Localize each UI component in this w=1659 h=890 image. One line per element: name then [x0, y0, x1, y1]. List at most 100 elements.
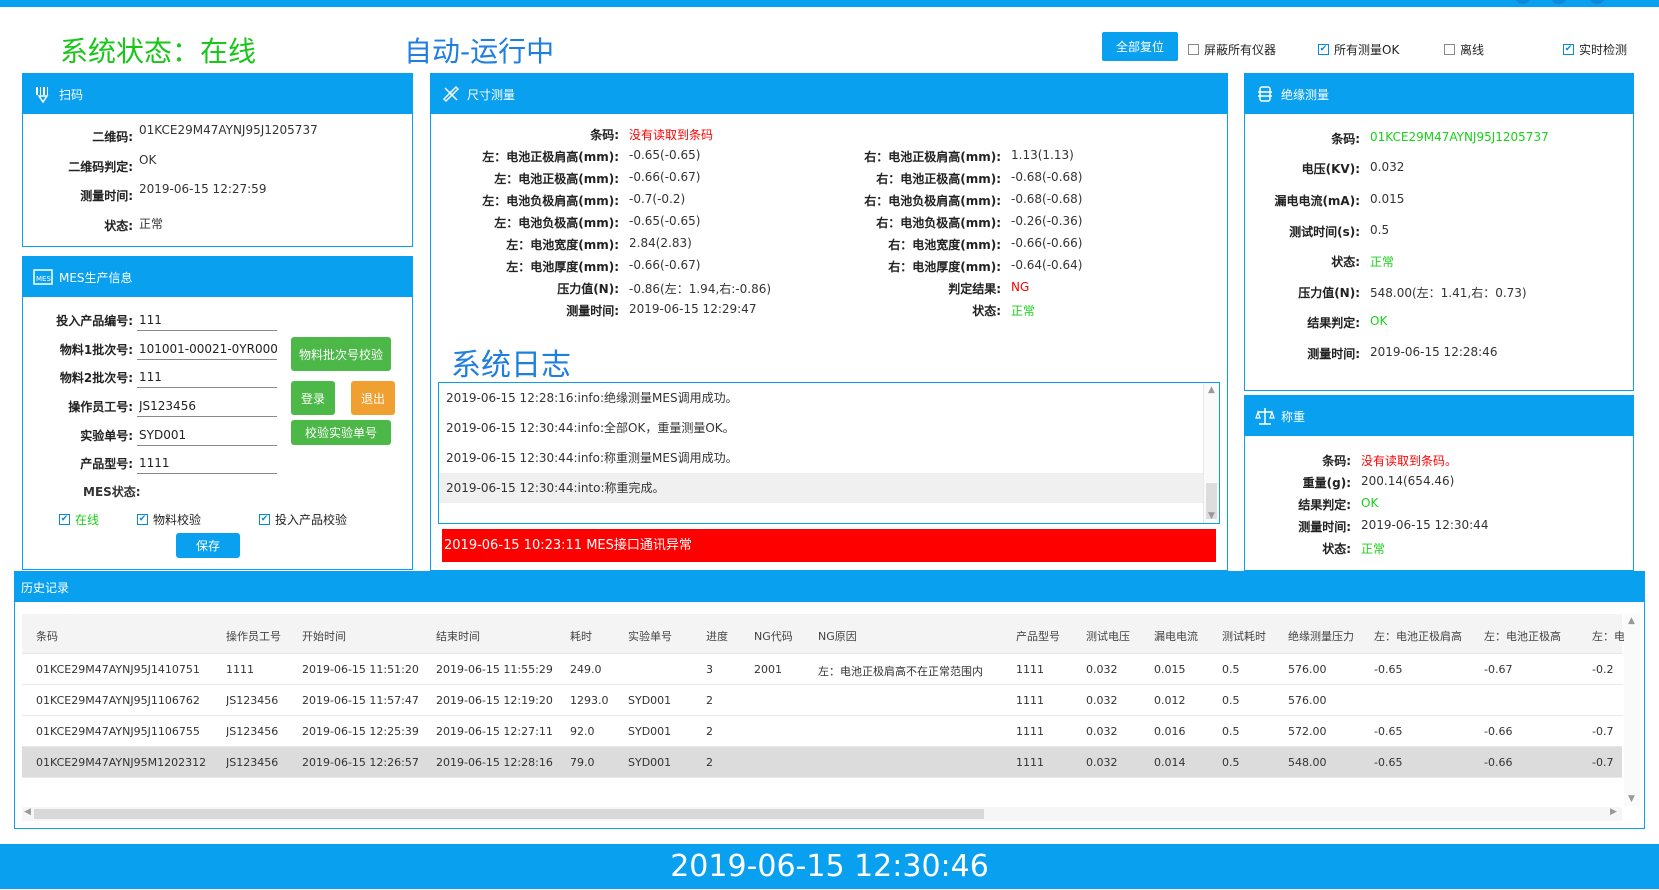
column-header[interactable]: 左：电池正极肩高: [1374, 628, 1462, 644]
measure-value: -0.65(-0.65): [629, 214, 701, 228]
scroll-up-icon[interactable]: ▲: [1628, 616, 1635, 626]
checkbox-checked-icon[interactable]: ✔: [137, 514, 148, 525]
measure-row: 漏电电流(mA): 0.015: [1245, 192, 1404, 209]
table-row[interactable]: 01KCE29M47AYNJ95J1106755 JS123456 2019-06-…: [22, 716, 1622, 747]
experiment-no-row: 实验单号:: [15, 424, 277, 446]
measure-label: 压力值(N):: [557, 282, 619, 296]
checkbox-icon[interactable]: [1444, 44, 1455, 55]
all-ok-checkbox[interactable]: ✔ 所有测量OK: [1318, 41, 1399, 58]
column-header[interactable]: 耗时: [570, 628, 592, 644]
history-hscrollbar[interactable]: ◀ ▶: [22, 807, 1622, 821]
scroll-up-icon[interactable]: ▲: [1208, 385, 1215, 395]
scroll-down-icon[interactable]: ▼: [1208, 511, 1215, 521]
mes-status-row: MES状态:: [83, 483, 141, 500]
measure-label: 条码:: [1322, 454, 1351, 468]
checkbox-checked-icon[interactable]: ✔: [1563, 44, 1574, 55]
online-checkbox[interactable]: ✔ 在线: [59, 511, 99, 528]
table-cell: 2019-06-15 12:27:11: [436, 725, 553, 738]
table-cell: -0.2: [1592, 663, 1614, 676]
material-check-checkbox[interactable]: ✔ 物料校验: [137, 511, 201, 528]
column-header[interactable]: 产品型号: [1016, 628, 1060, 644]
product-no-input[interactable]: [137, 309, 277, 331]
measure-value: 2019-06-15 12:28:46: [1370, 345, 1498, 359]
table-cell: 3: [706, 663, 713, 676]
table-cell: 2019-06-15 12:26:57: [302, 756, 419, 769]
measure-row: 条码: 01KCE29M47AYNJ95J1205737: [1245, 130, 1549, 147]
measure-label: 左：电池正极高(mm):: [494, 172, 619, 186]
ruler-pencil-icon: [442, 85, 460, 103]
measure-row: 测试时间(s): 0.5: [1245, 223, 1389, 240]
product-model-input[interactable]: [137, 452, 277, 474]
mask-instruments-checkbox[interactable]: 屏蔽所有仪器: [1188, 41, 1276, 58]
column-header[interactable]: 左：电: [1592, 628, 1625, 644]
measure-value: -0.68(-0.68): [1011, 170, 1083, 184]
column-header[interactable]: 实验单号: [628, 628, 672, 644]
table-cell: 0.032: [1086, 725, 1118, 738]
operator-id-input[interactable]: [137, 395, 277, 417]
scan-status-row: 状态: 正常: [104, 217, 164, 233]
product-model-row: 产品型号:: [15, 452, 277, 474]
table-cell: SYD001: [628, 694, 672, 707]
material2-batch-input[interactable]: [137, 366, 277, 388]
checkbox-icon[interactable]: [1188, 44, 1199, 55]
measure-value: -0.65(-0.65): [629, 148, 701, 162]
column-header[interactable]: 操作员工号: [226, 628, 281, 644]
column-header[interactable]: 开始时间: [302, 628, 346, 644]
experiment-no-input[interactable]: [137, 424, 277, 446]
column-header[interactable]: 测试耗时: [1222, 628, 1266, 644]
scroll-down-icon[interactable]: ▼: [1628, 794, 1635, 804]
log-scrollbar[interactable]: ▲ ▼: [1203, 383, 1219, 523]
measure-value: 正常: [1370, 255, 1395, 269]
table-cell: JS123456: [226, 694, 279, 707]
measure-value: -0.7(-0.2): [629, 192, 686, 206]
scroll-left-icon[interactable]: ◀: [24, 807, 31, 817]
scroll-thumb[interactable]: [34, 809, 984, 819]
table-cell: JS123456: [226, 756, 279, 769]
save-button[interactable]: 保存: [176, 533, 240, 558]
checkbox-checked-icon[interactable]: ✔: [259, 514, 270, 525]
column-header[interactable]: 进度: [706, 628, 728, 644]
table-cell: 1111: [1016, 694, 1044, 707]
measure-value: 2019-06-15 12:29:47: [629, 302, 757, 316]
scroll-right-icon[interactable]: ▶: [1610, 807, 1617, 817]
column-header[interactable]: 测试电压: [1086, 628, 1130, 644]
column-header[interactable]: NG原因: [818, 628, 857, 644]
column-header[interactable]: 结束时间: [436, 628, 480, 644]
window-control-icon[interactable]: [1552, 0, 1566, 4]
material-batch-check-button[interactable]: 物料批次号校验: [291, 337, 391, 371]
offline-checkbox[interactable]: 离线: [1444, 41, 1484, 58]
checkbox-checked-icon[interactable]: ✔: [1318, 44, 1329, 55]
table-row[interactable]: 01KCE29M47AYNJ95J1410751 1111 2019-06-15 1…: [22, 654, 1622, 685]
checkbox-checked-icon[interactable]: ✔: [59, 514, 70, 525]
reset-all-button[interactable]: 全部复位: [1102, 32, 1178, 61]
measure-value: -0.68(-0.68): [1011, 192, 1083, 206]
logout-button[interactable]: 退出: [351, 381, 395, 415]
table-row[interactable]: 01KCE29M47AYNJ95J1106762 JS123456 2019-06-…: [22, 685, 1622, 716]
column-header[interactable]: NG代码: [754, 628, 793, 644]
table-cell: -0.65: [1374, 725, 1403, 738]
column-header[interactable]: 漏电电流: [1154, 628, 1198, 644]
window-control-icon[interactable]: [1516, 0, 1530, 4]
experiment-check-button[interactable]: 校验实验单号: [291, 420, 391, 445]
history-vscrollbar[interactable]: ▲ ▼: [1624, 614, 1640, 806]
column-header[interactable]: 条码: [36, 628, 58, 644]
measure-label: 左：电池负极高(mm):: [494, 216, 619, 230]
system-log-list[interactable]: 2019-06-15 12:28:16:info:绝缘测量MES调用成功。 20…: [438, 382, 1220, 524]
login-button[interactable]: 登录: [291, 381, 335, 415]
measure-label: 条码:: [1331, 132, 1360, 146]
table-row[interactable]: 01KCE29M47AYNJ95M1202312 JS123456 2019-06-…: [22, 747, 1622, 778]
operator-id-row: 操作员工号:: [15, 395, 277, 417]
measure-row: 右：电池正极肩高(mm): 1.13(1.13): [811, 148, 1074, 165]
measure-value: -0.64(-0.64): [1011, 258, 1083, 272]
realtime-checkbox[interactable]: ✔ 实时检测: [1563, 41, 1627, 58]
measure-label: 右：电池厚度(mm):: [888, 260, 1001, 274]
measure-label: 右：电池负极肩高(mm):: [864, 194, 1001, 208]
window-control-icon[interactable]: [1590, 0, 1604, 4]
product-check-checkbox[interactable]: ✔ 投入产品校验: [259, 511, 347, 528]
column-header[interactable]: 左：电池正极高: [1484, 628, 1561, 644]
column-header[interactable]: 绝缘测量压力: [1288, 628, 1354, 644]
material1-batch-input[interactable]: [137, 338, 277, 360]
measure-label: 漏电电流(mA):: [1274, 194, 1360, 208]
measure-row: 左：电池正极肩高(mm): -0.65(-0.65): [431, 148, 700, 165]
table-cell: 2019-06-15 12:28:16: [436, 756, 553, 769]
